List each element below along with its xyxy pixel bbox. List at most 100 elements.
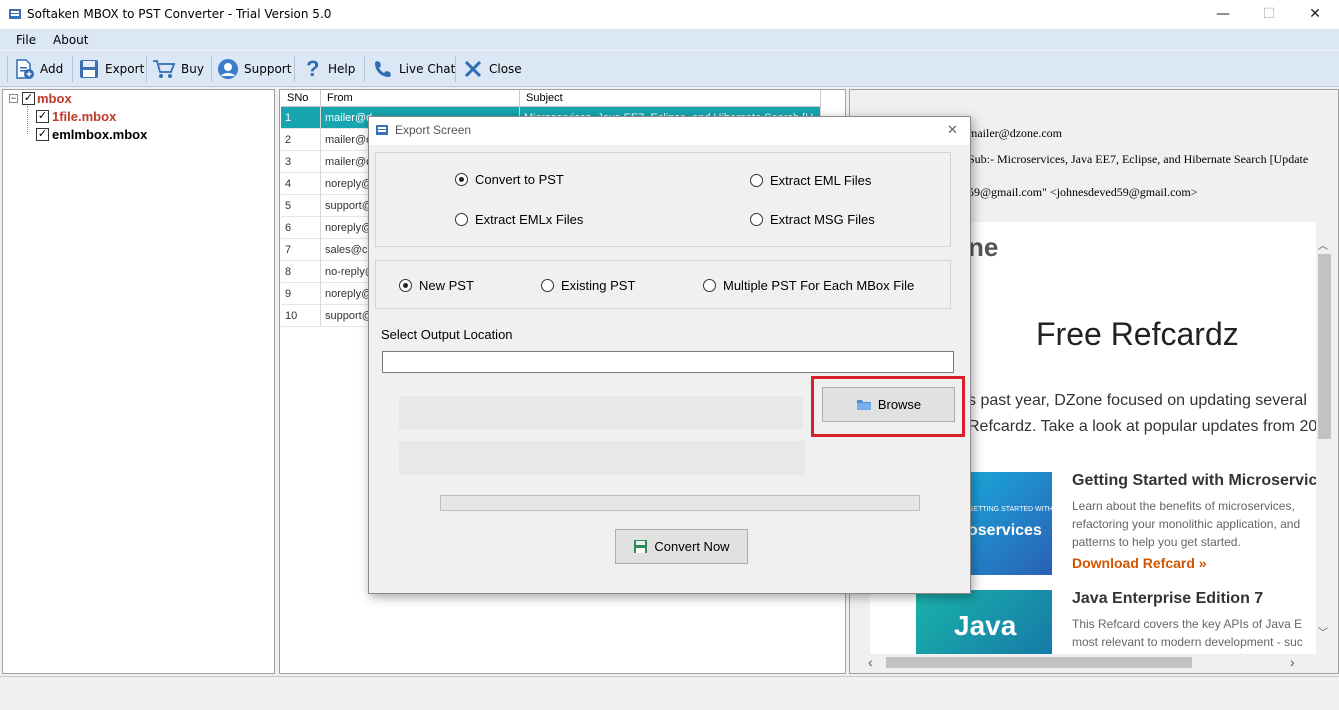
download-refcard-link[interactable]: Download Refcard » bbox=[1072, 555, 1207, 571]
live-chat-button-label: Live Chat bbox=[399, 62, 456, 76]
tree-connector bbox=[27, 106, 28, 134]
minimize-button[interactable]: — bbox=[1200, 0, 1246, 29]
app-logo-icon bbox=[9, 9, 21, 19]
convert-now-button[interactable]: Convert Now bbox=[615, 529, 748, 564]
cell-sno: 4 bbox=[281, 173, 321, 195]
export-button[interactable]: Export bbox=[78, 54, 144, 84]
maximize-button[interactable]: ☐ bbox=[1246, 0, 1292, 29]
tree-child-checkbox[interactable]: ✓ bbox=[36, 128, 49, 141]
radio-indicator bbox=[399, 279, 412, 292]
add-button-label: Add bbox=[40, 62, 64, 76]
add-button[interactable]: Add bbox=[13, 54, 63, 84]
status-bar bbox=[0, 676, 1339, 710]
support-button[interactable]: Support bbox=[217, 54, 291, 84]
cell-sno: 6 bbox=[281, 217, 321, 239]
folder-tree-panel bbox=[2, 89, 275, 674]
radio-indicator bbox=[703, 279, 716, 292]
buy-button[interactable]: Buy bbox=[152, 54, 204, 84]
card-title: Getting Started with Microservice bbox=[1072, 472, 1316, 489]
add-file-icon bbox=[16, 59, 34, 79]
column-header-subject[interactable]: Subject bbox=[520, 90, 821, 107]
tree-collapse-toggle[interactable]: − bbox=[9, 94, 18, 103]
tree-child-label[interactable]: 1file.mbox bbox=[52, 109, 116, 124]
horizontal-scroll-thumb[interactable] bbox=[886, 657, 1192, 668]
support-button-label: Support bbox=[244, 62, 292, 76]
menu-bar bbox=[0, 29, 1339, 50]
close-x-icon bbox=[464, 60, 482, 78]
cell-sno: 10 bbox=[281, 305, 321, 327]
export-progress-bar bbox=[440, 495, 920, 511]
cell-sno: 9 bbox=[281, 283, 321, 305]
radio-convert-to-pst[interactable]: Convert to PST bbox=[455, 172, 564, 187]
help-button-label: Help bbox=[328, 62, 356, 76]
radio-extract-emlx[interactable]: Extract EMLx Files bbox=[455, 212, 583, 227]
toolbar-separator bbox=[294, 56, 295, 82]
preview-to: 59@gmail.com" <johnesdeved59@gmail.com> bbox=[968, 185, 1198, 199]
cart-icon bbox=[153, 60, 176, 78]
tree-root-checkbox[interactable]: ✓ bbox=[22, 92, 35, 105]
thumbnail-title: Java bbox=[954, 610, 1017, 641]
scroll-left-arrow-icon[interactable]: ‹ bbox=[868, 654, 873, 670]
cell-sno: 8 bbox=[281, 261, 321, 283]
email-heading: Free Refcardz bbox=[1036, 316, 1239, 352]
output-location-label: Select Output Location bbox=[381, 327, 513, 342]
toolbar-grip bbox=[7, 56, 8, 82]
scroll-right-arrow-icon[interactable]: › bbox=[1290, 654, 1295, 670]
vertical-scroll-thumb[interactable] bbox=[1318, 254, 1331, 439]
radio-existing-pst[interactable]: Existing PST bbox=[541, 278, 635, 293]
card-title: Java Enterprise Edition 7 bbox=[1072, 590, 1264, 607]
export-button-label: Export bbox=[105, 62, 145, 76]
dialog-close-button[interactable]: ✕ bbox=[947, 122, 958, 138]
status-info-box bbox=[399, 396, 803, 429]
radio-label: Existing PST bbox=[561, 278, 636, 293]
toolbar-separator bbox=[211, 56, 212, 82]
radio-indicator bbox=[750, 213, 763, 226]
svg-text:?: ? bbox=[306, 57, 319, 81]
card-body-line: refactoring your monolithic application,… bbox=[1072, 517, 1301, 531]
tree-root-label[interactable]: mbox bbox=[37, 91, 72, 106]
radio-multiple-pst[interactable]: Multiple PST For Each MBox File bbox=[703, 278, 914, 293]
brand-logo-fragment: ne bbox=[968, 232, 999, 262]
toolbar-separator bbox=[146, 56, 147, 82]
live-chat-button[interactable]: Live Chat bbox=[372, 54, 455, 84]
cell-sno: 1 bbox=[281, 107, 321, 129]
radio-label: Convert to PST bbox=[475, 172, 564, 187]
save-disk-icon bbox=[80, 60, 98, 78]
card-body-line: This Refcard covers the key APIs of Java… bbox=[1072, 617, 1303, 631]
dialog-app-icon bbox=[376, 125, 388, 135]
radio-indicator bbox=[541, 279, 554, 292]
radio-extract-eml[interactable]: Extract EML Files bbox=[750, 173, 871, 188]
radio-label: Extract EML Files bbox=[770, 173, 872, 188]
buy-button-label: Buy bbox=[181, 62, 204, 76]
column-header-from[interactable]: From bbox=[321, 90, 520, 107]
column-header-sno[interactable]: SNo bbox=[281, 90, 321, 107]
close-app-button-label: Close bbox=[489, 62, 522, 76]
toolbar-separator bbox=[455, 56, 456, 82]
close-app-button[interactable]: Close bbox=[462, 54, 522, 84]
convert-now-label: Convert Now bbox=[654, 539, 730, 554]
radio-new-pst[interactable]: New PST bbox=[399, 278, 474, 293]
tree-child-label[interactable]: emlmbox.mbox bbox=[52, 127, 147, 142]
status-info-box bbox=[399, 441, 805, 475]
radio-label: Extract EMLx Files bbox=[475, 212, 584, 227]
output-location-input[interactable] bbox=[382, 351, 954, 373]
window-title: Softaken MBOX to PST Converter - Trial V… bbox=[27, 7, 332, 21]
scroll-down-arrow-icon[interactable]: ﹀ bbox=[1318, 624, 1328, 639]
toolbar-separator bbox=[364, 56, 365, 82]
cell-sno: 5 bbox=[281, 195, 321, 217]
radio-extract-msg[interactable]: Extract MSG Files bbox=[750, 212, 875, 227]
preview-from: mailer@dzone.com bbox=[968, 126, 1063, 140]
menu-file[interactable]: File bbox=[16, 33, 36, 47]
browse-button[interactable]: Browse bbox=[822, 387, 955, 422]
tree-child-checkbox[interactable]: ✓ bbox=[36, 110, 49, 123]
help-button[interactable]: ? Help bbox=[303, 54, 355, 84]
scroll-up-arrow-icon[interactable]: ︿ bbox=[1318, 237, 1328, 252]
cell-sno: 3 bbox=[281, 151, 321, 173]
radio-indicator bbox=[750, 174, 763, 187]
close-window-button[interactable]: ✕ bbox=[1292, 0, 1338, 29]
radio-label: New PST bbox=[419, 278, 474, 293]
menu-about[interactable]: About bbox=[53, 33, 88, 47]
thumbnail-title: oservices bbox=[968, 522, 1042, 539]
cell-sno: 2 bbox=[281, 129, 321, 151]
phone-icon bbox=[375, 61, 391, 77]
